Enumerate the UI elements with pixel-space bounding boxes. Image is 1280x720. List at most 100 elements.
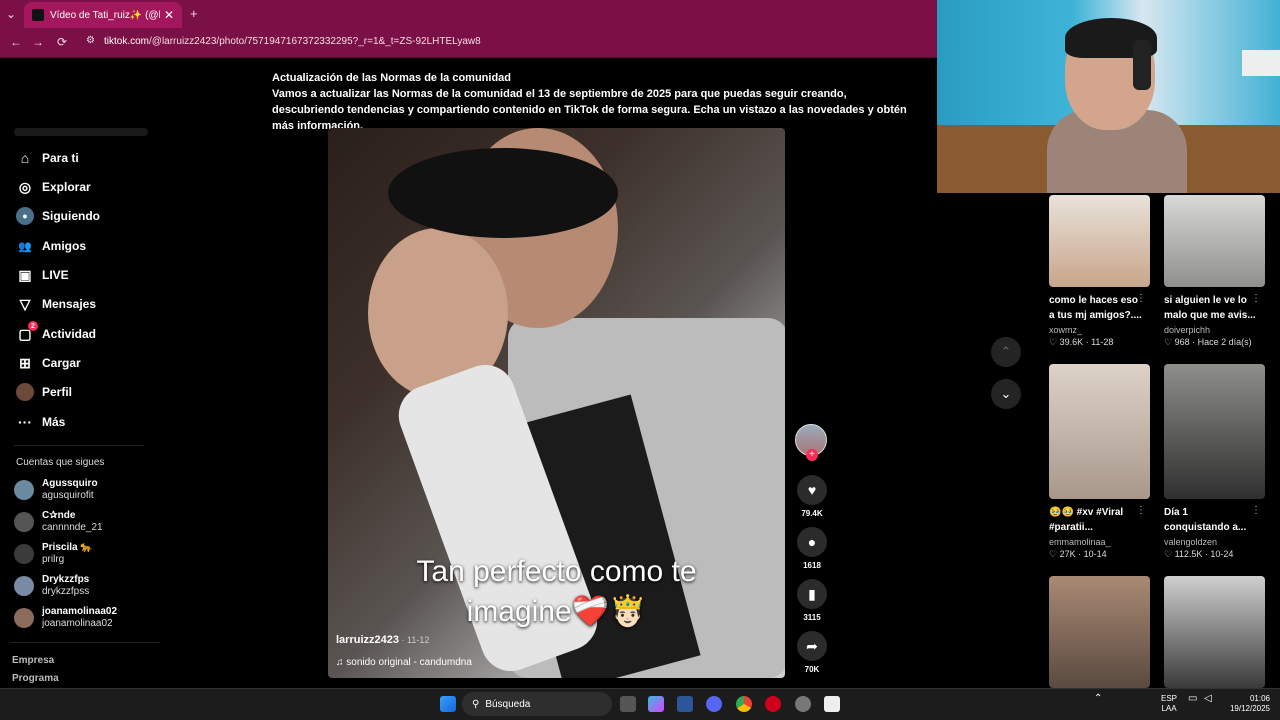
task-view-icon[interactable] [620,696,636,712]
webcam-overlay [937,0,1280,193]
footer-link-empresa[interactable]: Empresa [12,655,54,666]
card-meta: ♡ 112.5K · 10-24 [1164,549,1234,559]
community-guidelines-banner[interactable]: Actualización de las Normas de la comuni… [272,70,912,134]
browser-tab[interactable]: Vídeo de Tati_ruiz✨ (@larruiz... ✕ [24,2,182,28]
sidebar-item-live[interactable]: ▣ LIVE [16,264,69,286]
reload-icon[interactable]: ⟳ [57,35,67,49]
sidebar-item-explorar[interactable]: ◎ Explorar [16,176,91,198]
following-account[interactable]: Agussquiro agusquirofit [14,478,98,502]
keyboard-layout: LAA [1161,704,1177,713]
recommended-card[interactable]: ⋮ si alguien le ve lo malo que me avis..… [1164,195,1265,348]
recommended-card[interactable]: ⋮ 🥹🥹 #xv #Viral #paratii... emmamolinaa_… [1049,364,1150,560]
discord-icon[interactable] [706,696,722,712]
photo-post-viewer[interactable]: Tan perfecto como te imagine❤️‍🩹🤴🏻 larru… [328,128,785,678]
tab-close-icon[interactable]: ✕ [164,8,174,22]
chrome-icon[interactable] [736,696,752,712]
sidebar-item-mensajes[interactable]: ▽ Mensajes [16,293,96,315]
caption-line: imagine❤️‍🩹🤴🏻 [466,595,647,628]
sidebar-item-label: Amigos [42,239,87,253]
following-account[interactable]: Priscila 🐆 prilrg [14,542,93,566]
share-icon: ➦ [797,631,827,661]
save-button[interactable]: ▮ 3115 [797,579,827,622]
tiktok-favicon-icon [32,9,44,21]
more-options-icon[interactable]: ⋮ [1136,293,1146,304]
taskbar-search[interactable]: ⚲ Búsqueda [462,692,612,716]
site-info-icon[interactable]: ⚙ [86,35,95,46]
avatar [14,608,34,628]
more-icon: ··· [18,414,32,430]
follow-plus-icon[interactable]: + [806,449,818,461]
tray-overflow-icon[interactable]: ⌃ [1094,694,1102,704]
activity-icon: ▢ 2 [16,321,38,343]
more-options-icon[interactable]: ⋮ [1251,505,1261,516]
like-button[interactable]: ♥ 79.4K [797,475,827,518]
sidebar-item-label: Actividad [42,327,97,341]
sidebar-item-label: Mensajes [42,297,97,311]
sidebar-item-perfil[interactable]: ● Perfil [16,381,72,403]
account-handle: cannnnde_21 [42,522,103,533]
windows-taskbar [0,688,1280,720]
comment-button[interactable]: ● 1618 [797,527,827,570]
home-icon: ⌂ [20,150,30,166]
post-music[interactable]: ♫ sonido original - candumdna [336,657,472,668]
language-indicator[interactable]: ESP LAA [1161,694,1177,714]
share-button[interactable]: ➦ 70K [797,631,827,674]
card-caption: como le haces eso [1049,295,1138,306]
comment-icon: ● [797,527,827,557]
following-account[interactable]: Drykzzfps drykzzfpss [14,574,89,598]
card-user: doiverpichh [1164,325,1211,335]
word-icon[interactable] [677,696,693,712]
sidebar-item-siguiendo[interactable]: ● Siguiendo [16,205,100,227]
tab-search-icon[interactable]: ⌄ [6,7,16,21]
avatar [14,480,34,500]
more-options-icon[interactable]: ⋮ [1136,505,1146,516]
settings-icon[interactable] [795,696,811,712]
following-account[interactable]: C✰nde cannnnde_21 [14,510,103,534]
footer-link-programa[interactable]: Programa [12,673,59,684]
card-caption: a tus mj amigos?.... [1049,310,1142,321]
sidebar-item-label: LIVE [42,268,69,282]
network-icon[interactable]: ▭ [1188,694,1197,704]
language-code: ESP [1161,694,1178,703]
sidebar-item-label: Siguiendo [42,209,100,223]
recommended-card[interactable] [1164,576,1265,688]
sidebar-item-cargar[interactable]: ⊞ Cargar [16,352,81,374]
recommended-card[interactable]: ⋮ Día 1 conquistando a... valengoldzen ♡… [1164,364,1265,560]
card-thumbnail [1164,195,1265,287]
card-caption: malo que me avis... [1164,310,1256,321]
card-user: valengoldzen [1164,537,1218,547]
capcut-icon[interactable] [824,696,840,712]
recommended-card[interactable] [1049,576,1150,688]
next-post-button[interactable]: ⌄ [991,379,1021,409]
post-author[interactable]: larruizz2423 · 11-12 [336,634,429,646]
following-account[interactable]: joanamolinaa02 joanamolinaa02 [14,606,117,630]
sidebar-item-mas[interactable]: ··· Más [16,411,65,433]
back-icon[interactable]: ← [10,35,22,49]
sidebar-item-amigos[interactable]: 👥 Amigos [16,235,86,257]
url-path: /@larruizz2423/photo/7571947167372332295… [149,36,481,47]
windows-start-icon[interactable] [440,696,456,712]
previous-post-button[interactable]: ⌃ [991,337,1021,367]
recommended-card[interactable]: ⋮ como le haces eso a tus mj amigos?....… [1049,195,1150,348]
card-meta: ♡ 968 · Hace 2 día(s) [1164,337,1252,347]
account-handle: agusquirofit [42,490,94,501]
author-avatar-button[interactable]: + [795,424,827,461]
url-field[interactable]: tiktok.com/@larruizz2423/photo/757194716… [104,36,481,47]
card-caption: Día 1 [1164,507,1188,518]
caption-line: Tan perfecto como te [416,555,697,588]
like-count: 79.4K [801,509,823,518]
new-tab-button[interactable]: + [190,6,198,21]
forward-icon[interactable]: → [32,35,44,49]
sidebar-item-para-ti[interactable]: ⌂ Para ti [16,147,79,169]
clock[interactable]: 01:06 19/12/2025 [1222,694,1270,714]
copilot-icon[interactable] [648,696,664,712]
url-domain: tiktok.com [104,36,150,47]
author-handle: larruizz2423 [336,634,399,646]
messages-icon: ▽ [19,295,31,312]
friends-icon: 👥 [18,240,32,253]
volume-icon[interactable]: ◁ [1204,694,1212,704]
opera-icon[interactable] [765,696,781,712]
more-options-icon[interactable]: ⋮ [1251,293,1261,304]
sidebar-item-actividad[interactable]: ▢ 2 Actividad [16,321,97,345]
card-meta: ♡ 39.6K · 11-28 [1049,337,1114,347]
